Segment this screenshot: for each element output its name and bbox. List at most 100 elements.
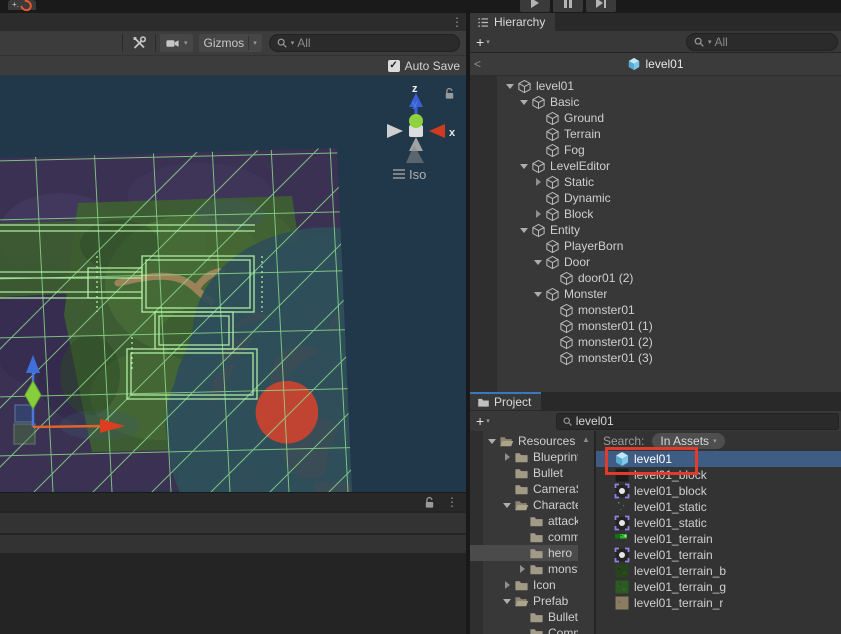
foldout-arrow[interactable] bbox=[518, 609, 529, 625]
folder-prefab[interactable]: Prefab bbox=[470, 593, 578, 609]
hierarchy-item-monster[interactable]: Monster bbox=[470, 286, 841, 302]
foldout-arrow[interactable] bbox=[534, 110, 545, 126]
foldout-arrow[interactable] bbox=[534, 206, 545, 222]
camera-settings-button[interactable]: ▾ bbox=[160, 34, 193, 52]
foldout-arrow[interactable] bbox=[503, 497, 514, 513]
folder-icon[interactable]: Icon bbox=[470, 577, 578, 593]
hierarchy-create-button[interactable]: + ▾ bbox=[470, 34, 496, 50]
project-create-button[interactable]: + ▾ bbox=[470, 413, 496, 429]
foldout-arrow[interactable] bbox=[503, 481, 514, 497]
bottom-panel-menu-icon[interactable]: ⋮ bbox=[446, 495, 458, 509]
folder-blueprint[interactable]: Blueprint bbox=[470, 449, 578, 465]
breadcrumb[interactable]: level01 bbox=[470, 57, 841, 71]
hierarchy-item-monster01-2-[interactable]: monster01 (2) bbox=[470, 334, 841, 350]
foldout-arrow[interactable] bbox=[534, 254, 545, 270]
scroll-up-arrow[interactable]: ▲ bbox=[578, 435, 594, 444]
hierarchy-item-ground[interactable]: Ground bbox=[470, 110, 841, 126]
hierarchy-item-playerborn[interactable]: PlayerBorn bbox=[470, 238, 841, 254]
search-result-level01-terrain-r[interactable]: level01_terrain_r bbox=[596, 595, 841, 611]
tools-icon[interactable] bbox=[131, 35, 147, 51]
search-result-level01-block[interactable]: level01_block bbox=[596, 467, 841, 483]
window-mini-tab[interactable]: +. bbox=[8, 0, 36, 10]
folder-hero[interactable]: hero bbox=[470, 545, 578, 561]
folder-resources[interactable]: Resources bbox=[470, 433, 578, 449]
hierarchy-item-dynamic[interactable]: Dynamic bbox=[470, 190, 841, 206]
foldout-arrow[interactable] bbox=[488, 433, 499, 449]
foldout-arrow[interactable] bbox=[534, 190, 545, 206]
foldout-arrow[interactable] bbox=[520, 222, 531, 238]
folder-bullet[interactable]: Bullet bbox=[470, 609, 578, 625]
hierarchy-item-door[interactable]: Door bbox=[470, 254, 841, 270]
search-result-level01-terrain-g[interactable]: level01_terrain_g bbox=[596, 579, 841, 595]
foldout-arrow[interactable] bbox=[534, 286, 545, 302]
foldout-arrow[interactable] bbox=[506, 78, 517, 94]
hierarchy-item-monster01-1-[interactable]: monster01 (1) bbox=[470, 318, 841, 334]
tab-project[interactable]: Project bbox=[470, 392, 541, 410]
gizmos-button[interactable]: Gizmos ▾ bbox=[199, 34, 262, 52]
bottom-panel-row[interactable] bbox=[0, 513, 466, 533]
pause-button[interactable] bbox=[553, 0, 583, 12]
search-result-level01-block[interactable]: level01_block bbox=[596, 483, 841, 499]
hierarchy-item-block[interactable]: Block bbox=[470, 206, 841, 222]
hierarchy-item-level01[interactable]: level01 bbox=[470, 78, 841, 94]
hierarchy-item-terrain[interactable]: Terrain bbox=[470, 126, 841, 142]
lock-icon[interactable] bbox=[423, 496, 436, 509]
foldout-arrow[interactable] bbox=[520, 158, 531, 174]
step-button[interactable] bbox=[586, 0, 616, 12]
foldout-arrow[interactable] bbox=[518, 561, 529, 577]
hierarchy-search-input[interactable]: ▾ All bbox=[686, 33, 838, 51]
search-result-level01-terrain[interactable]: level01_terrain bbox=[596, 547, 841, 563]
folder-cameras[interactable]: CameraS bbox=[470, 481, 578, 497]
foldout-arrow[interactable] bbox=[534, 238, 545, 254]
bottom-panel-row[interactable] bbox=[0, 535, 466, 553]
folder-attack[interactable]: attack bbox=[470, 513, 578, 529]
hierarchy-item-monster01-3-[interactable]: monster01 (3) bbox=[470, 350, 841, 366]
search-result-level01-static[interactable]: level01_static bbox=[596, 499, 841, 515]
folder-bullet[interactable]: Bullet bbox=[470, 465, 578, 481]
scene-viewport[interactable]: z y x Iso bbox=[0, 75, 466, 492]
foldout-arrow[interactable] bbox=[548, 334, 559, 350]
search-result-level01-terrain-b[interactable]: level01_terrain_b bbox=[596, 563, 841, 579]
move-gizmo-plane-xy[interactable] bbox=[15, 405, 33, 422]
foldout-arrow[interactable] bbox=[518, 545, 529, 561]
foldout-arrow[interactable] bbox=[548, 270, 559, 286]
hierarchy-item-entity[interactable]: Entity bbox=[470, 222, 841, 238]
foldout-arrow[interactable] bbox=[520, 94, 531, 110]
foldout-arrow[interactable] bbox=[548, 350, 559, 366]
folder-characte[interactable]: Characte bbox=[470, 497, 578, 513]
scene-search-input[interactable]: ▾ All bbox=[269, 34, 460, 52]
hierarchy-item-basic[interactable]: Basic bbox=[470, 94, 841, 110]
foldout-arrow[interactable] bbox=[503, 593, 514, 609]
axis-y-ball[interactable] bbox=[409, 114, 423, 128]
autosave-checkbox[interactable]: ✓ bbox=[388, 60, 400, 72]
folder-monst[interactable]: monst bbox=[470, 561, 578, 577]
foldout-arrow[interactable] bbox=[534, 174, 545, 190]
folder-comm[interactable]: Comm bbox=[470, 625, 578, 634]
hierarchy-item-static[interactable]: Static bbox=[470, 174, 841, 190]
play-button[interactable] bbox=[520, 0, 550, 12]
foldout-arrow[interactable] bbox=[518, 529, 529, 545]
foldout-arrow[interactable] bbox=[503, 577, 514, 593]
search-result-level01[interactable]: level01 bbox=[596, 451, 841, 467]
foldout-arrow[interactable] bbox=[518, 513, 529, 529]
foldout-arrow[interactable] bbox=[548, 318, 559, 334]
hierarchy-item-door01-2-[interactable]: door01 (2) bbox=[470, 270, 841, 286]
hierarchy-item-monster01[interactable]: monster01 bbox=[470, 302, 841, 318]
project-search-input[interactable]: level01 bbox=[556, 413, 839, 430]
foldout-arrow[interactable] bbox=[548, 302, 559, 318]
tab-hierarchy[interactable]: Hierarchy bbox=[470, 13, 555, 31]
folder-comm[interactable]: comm bbox=[470, 529, 578, 545]
search-scope-dropdown[interactable]: In Assets ▾ bbox=[652, 433, 724, 449]
foldout-arrow[interactable] bbox=[534, 126, 545, 142]
search-result-level01-terrain[interactable]: level01_terrain bbox=[596, 531, 841, 547]
hierarchy-item-fog[interactable]: Fog bbox=[470, 142, 841, 158]
foldout-arrow[interactable] bbox=[503, 465, 514, 481]
foldout-arrow[interactable] bbox=[518, 625, 529, 634]
hierarchy-item-leveleditor[interactable]: LevelEditor bbox=[470, 158, 841, 174]
move-gizmo-x-axis[interactable] bbox=[33, 426, 102, 427]
foldout-arrow[interactable] bbox=[503, 449, 514, 465]
folder-tree-scrollbar[interactable]: ▲ bbox=[578, 431, 594, 634]
search-result-level01-static[interactable]: level01_static bbox=[596, 515, 841, 531]
scene-tab-menu-icon[interactable]: ⋮ bbox=[451, 15, 463, 29]
foldout-arrow[interactable] bbox=[534, 142, 545, 158]
